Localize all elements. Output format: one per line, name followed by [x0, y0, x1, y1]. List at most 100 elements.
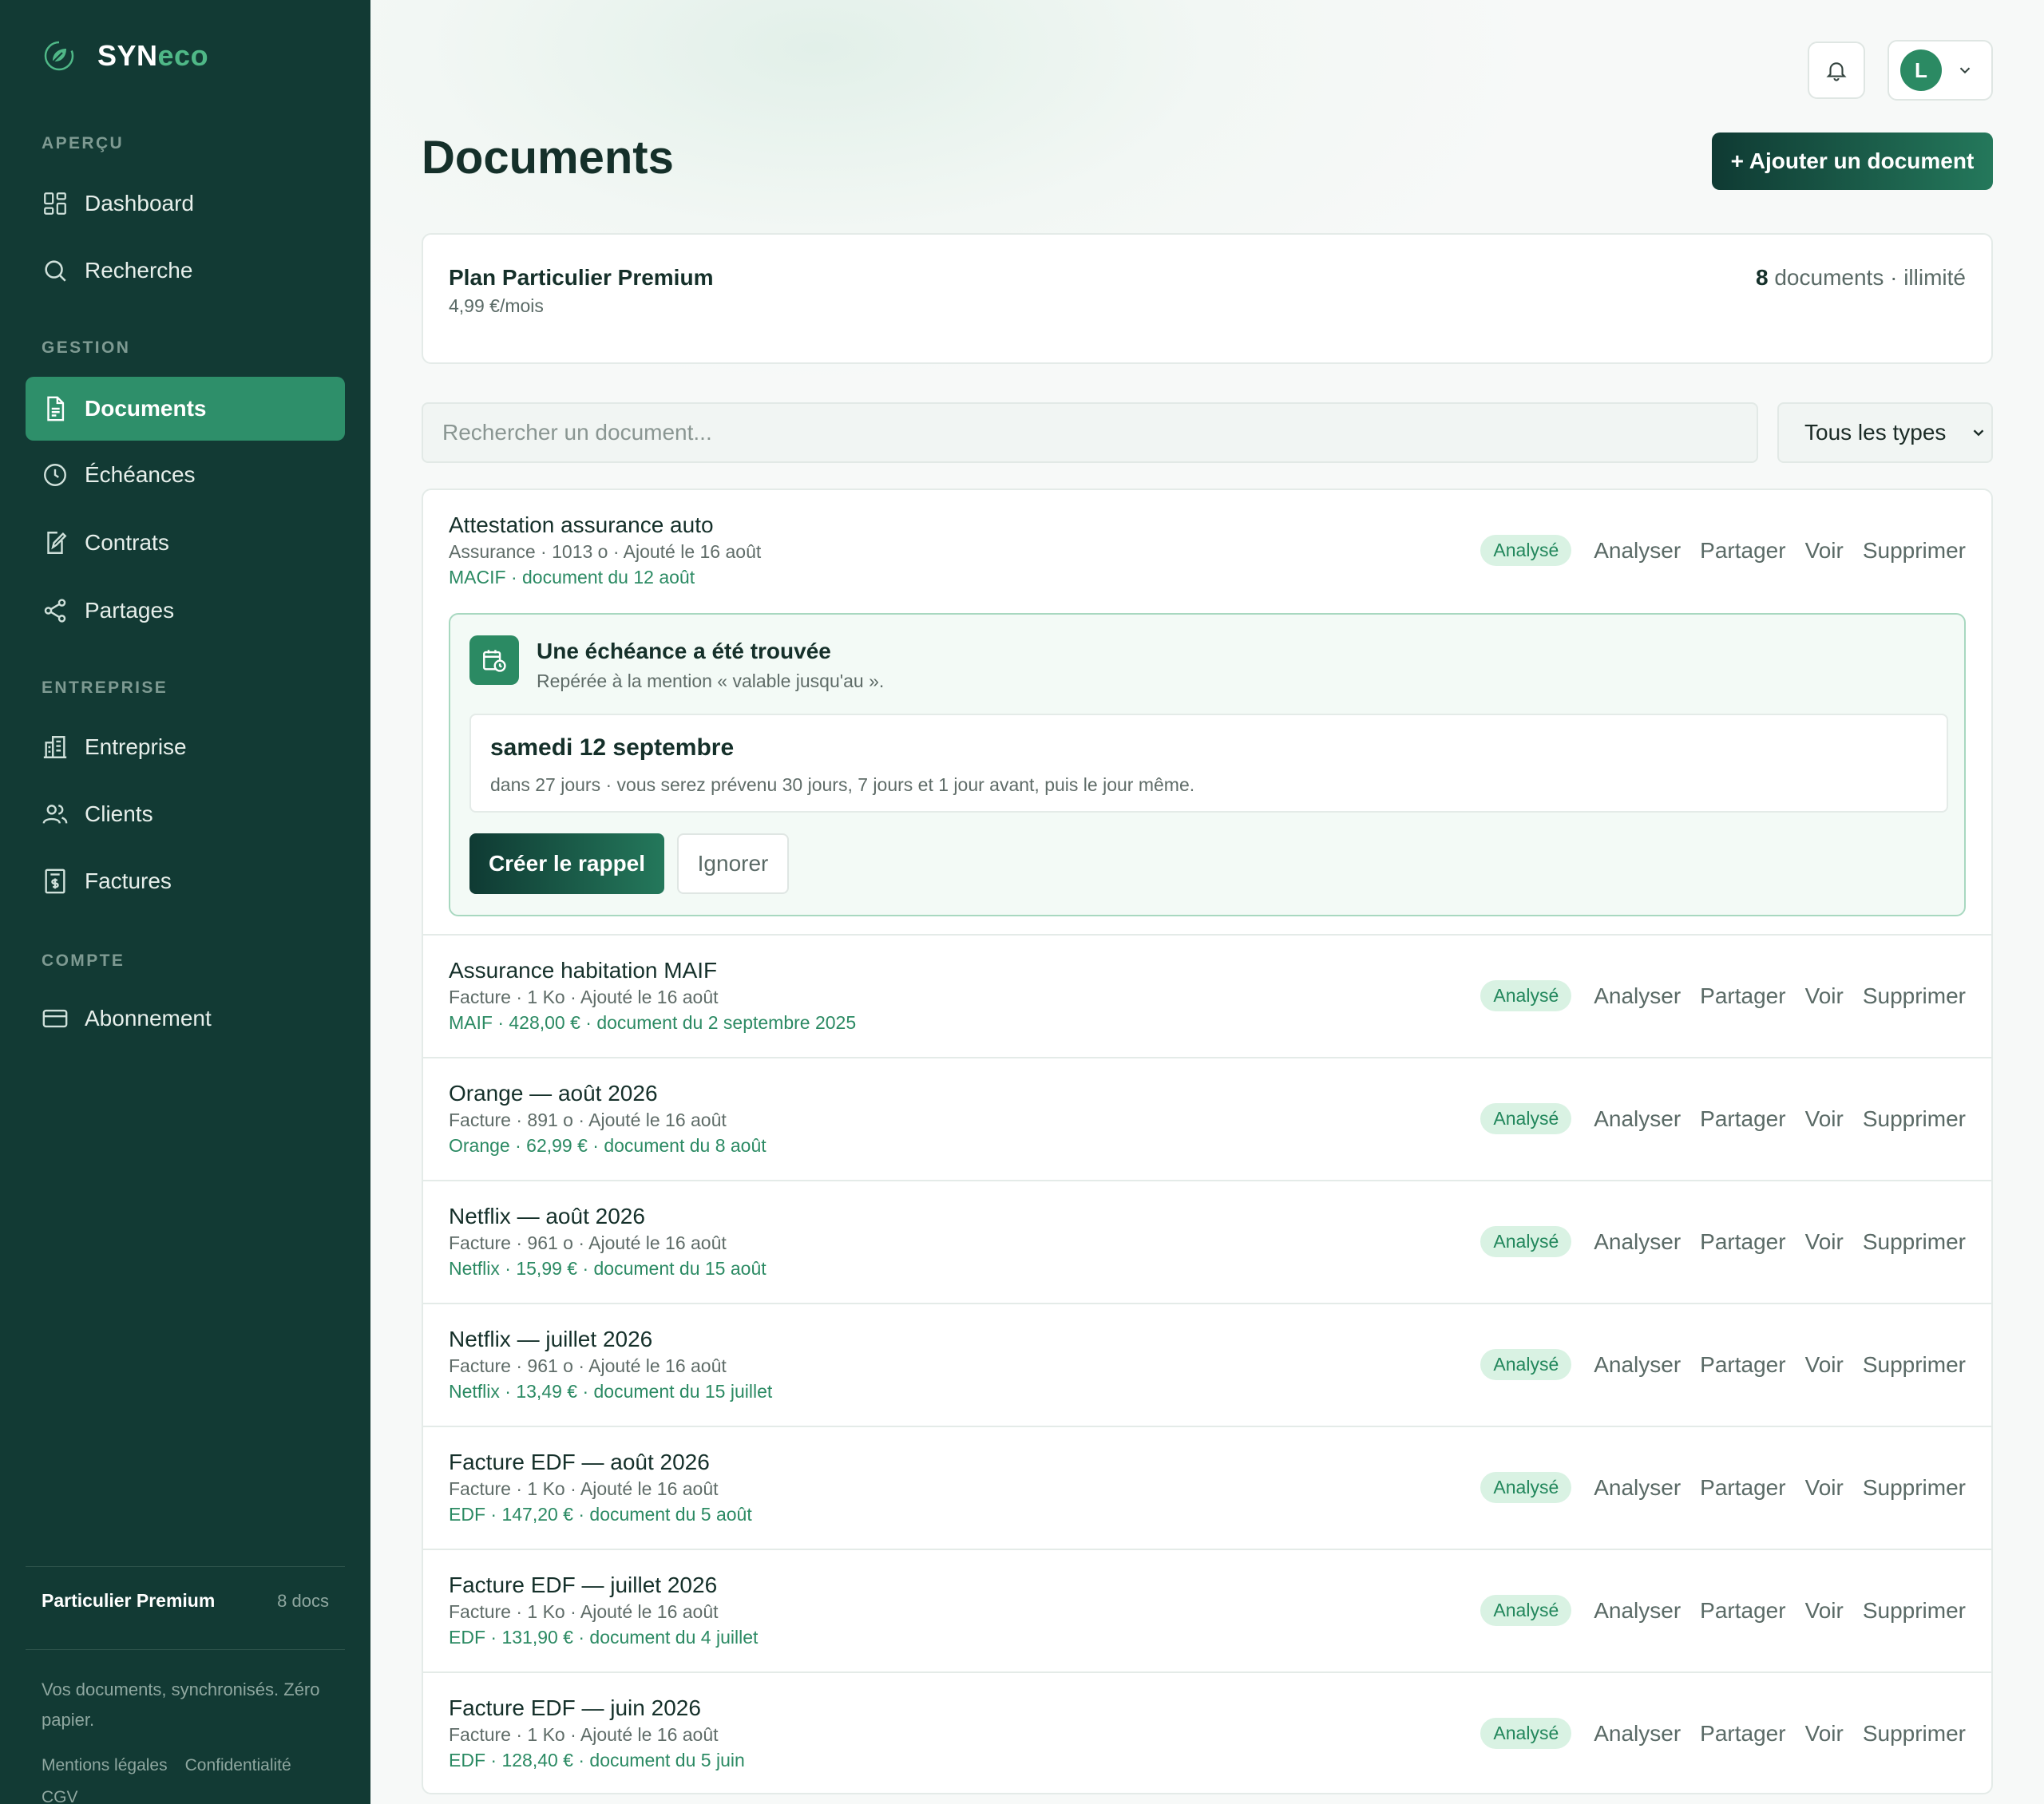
status-badge: Analysé [1480, 1595, 1572, 1626]
document-row[interactable]: Netflix — juillet 2026 Facture · 961 o ·… [423, 1303, 1991, 1426]
share-link[interactable]: Partager [1700, 1352, 1785, 1378]
document-meta: Facture · 961 o · Ajouté le 16 août [449, 1232, 727, 1253]
view-link[interactable]: Voir [1805, 983, 1844, 1009]
deadline-details: dans 27 jours · vous serez prévenu 30 jo… [490, 774, 1195, 795]
document-title: Facture EDF — juin 2026 [449, 1695, 701, 1720]
status-badge: Analysé [1480, 1472, 1572, 1503]
sidebar-item-label: Recherche [85, 258, 193, 283]
delete-link[interactable]: Supprimer [1863, 1106, 1966, 1132]
view-link[interactable]: Voir [1805, 1721, 1844, 1747]
deadline-date: samedi 12 septembre [490, 734, 735, 761]
section-label-gestion: GESTION [42, 338, 131, 357]
sidebar-item-factures[interactable]: Factures [26, 849, 345, 913]
document-row[interactable]: Facture EDF — août 2026 Facture · 1 Ko ·… [423, 1426, 1991, 1549]
search-input[interactable] [422, 402, 1758, 463]
sidebar-item-partages[interactable]: Partages [26, 579, 345, 643]
document-extracted-info: EDF · 128,40 € · document du 5 juin [449, 1750, 745, 1770]
delete-link[interactable]: Supprimer [1863, 1721, 1966, 1747]
ignore-button[interactable]: Ignorer [677, 833, 789, 894]
sidebar-item-abonnement[interactable]: Abonnement [26, 987, 345, 1050]
sidebar-item-label: Dashboard [85, 191, 194, 216]
sidebar-item-label: Factures [85, 868, 172, 893]
sidebar-item-entreprise[interactable]: Entreprise [26, 715, 345, 779]
invoice-icon [45, 868, 65, 894]
document-row[interactable]: Facture EDF — juin 2026 Facture · 1 Ko ·… [423, 1671, 1991, 1793]
type-filter-select[interactable]: Tous les types [1777, 402, 1993, 463]
sidebar-item-label: Contrats [85, 530, 169, 555]
document-row[interactable]: Orange — août 2026 Facture · 891 o · Ajo… [423, 1057, 1991, 1180]
analyze-link[interactable]: Analyser [1594, 1229, 1681, 1255]
section-label-compte: COMPTE [42, 951, 125, 970]
document-actions: Analysé Analyser Partager Voir Supprimer [1480, 980, 1966, 1011]
view-link[interactable]: Voir [1805, 1475, 1844, 1501]
delete-link[interactable]: Supprimer [1863, 538, 1966, 564]
document-extracted-info: Orange · 62,99 € · document du 8 août [449, 1135, 766, 1156]
add-document-button[interactable]: + Ajouter un document [1712, 133, 1993, 190]
contract-icon [47, 532, 67, 554]
sidebar-item-label: Échéances [85, 462, 196, 487]
sidebar-item-echeances[interactable]: Échéances [26, 443, 345, 507]
legal-link-cgv[interactable]: CGV [42, 1788, 78, 1804]
analyze-link[interactable]: Analyser [1594, 1721, 1681, 1747]
sidebar-item-dashboard[interactable]: Dashboard [26, 172, 345, 235]
dashboard-icon [44, 192, 66, 215]
status-badge: Analysé [1480, 980, 1572, 1011]
clock-icon [44, 464, 66, 486]
delete-link[interactable]: Supprimer [1863, 1229, 1966, 1255]
view-link[interactable]: Voir [1805, 1229, 1844, 1255]
document-row[interactable]: Assurance habitation MAIF Facture · 1 Ko… [423, 934, 1991, 1057]
document-row[interactable]: Attestation assurance auto Assurance · 1… [423, 490, 1991, 934]
document-extracted-info: Netflix · 15,99 € · document du 15 août [449, 1258, 766, 1279]
analyze-link[interactable]: Analyser [1594, 1352, 1681, 1378]
plan-card: Plan Particulier Premium 4,99 €/mois 8 d… [422, 233, 1993, 364]
legal-link-mentions[interactable]: Mentions légales [42, 1756, 168, 1774]
document-extracted-info: EDF · 131,90 € · document du 4 juillet [449, 1627, 759, 1648]
view-link[interactable]: Voir [1805, 1598, 1844, 1624]
analyze-link[interactable]: Analyser [1594, 983, 1681, 1009]
share-link[interactable]: Partager [1700, 983, 1785, 1009]
document-row[interactable]: Facture EDF — juillet 2026 Facture · 1 K… [423, 1549, 1991, 1671]
sidebar-item-label: Abonnement [85, 1006, 212, 1031]
delete-link[interactable]: Supprimer [1863, 1598, 1966, 1624]
brand[interactable]: SYNeco [42, 38, 208, 73]
view-link[interactable]: Voir [1805, 1352, 1844, 1378]
leaf-logo-icon [44, 41, 74, 71]
notifications-button[interactable] [1808, 42, 1865, 99]
status-badge: Analysé [1480, 1103, 1572, 1134]
delete-link[interactable]: Supprimer [1863, 983, 1966, 1009]
share-link[interactable]: Partager [1700, 1106, 1785, 1132]
delete-link[interactable]: Supprimer [1863, 1352, 1966, 1378]
share-link[interactable]: Partager [1700, 1229, 1785, 1255]
deadline-alert: Une échéance a été trouvée Repérée à la … [449, 613, 1966, 916]
document-title: Netflix — juillet 2026 [449, 1327, 653, 1351]
share-link[interactable]: Partager [1700, 538, 1785, 564]
sidebar-item-documents[interactable]: Documents [26, 377, 345, 441]
sidebar-item-recherche[interactable]: Recherche [26, 239, 345, 303]
plan-card-name: Plan Particulier Premium [449, 265, 714, 290]
document-actions: Analysé Analyser Partager Voir Supprimer [1480, 1718, 1966, 1749]
share-icon [44, 599, 66, 623]
document-meta: Facture · 1 Ko · Ajouté le 16 août [449, 1724, 719, 1745]
legal-link-privacy[interactable]: Confidentialité [185, 1756, 291, 1774]
status-badge: Analysé [1480, 1349, 1572, 1380]
documents-list: Attestation assurance auto Assurance · 1… [422, 489, 1993, 1794]
view-link[interactable]: Voir [1805, 538, 1844, 564]
page-title: Documents [422, 132, 674, 184]
user-menu-button[interactable]: L [1888, 40, 1993, 101]
sidebar-item-contrats[interactable]: Contrats [26, 511, 345, 575]
tagline: Vos documents, synchronisés. Zéro papier… [42, 1679, 320, 1730]
document-meta: Facture · 1 Ko · Ajouté le 16 août [449, 1478, 719, 1499]
analyze-link[interactable]: Analyser [1594, 538, 1681, 564]
share-link[interactable]: Partager [1700, 1598, 1785, 1624]
share-link[interactable]: Partager [1700, 1721, 1785, 1747]
status-badge: Analysé [1480, 1718, 1572, 1749]
share-link[interactable]: Partager [1700, 1475, 1785, 1501]
view-link[interactable]: Voir [1805, 1106, 1844, 1132]
analyze-link[interactable]: Analyser [1594, 1106, 1681, 1132]
analyze-link[interactable]: Analyser [1594, 1598, 1681, 1624]
sidebar-item-clients[interactable]: Clients [26, 782, 345, 846]
delete-link[interactable]: Supprimer [1863, 1475, 1966, 1501]
analyze-link[interactable]: Analyser [1594, 1475, 1681, 1501]
document-row[interactable]: Netflix — août 2026 Facture · 961 o · Aj… [423, 1180, 1991, 1303]
create-reminder-button[interactable]: Créer le rappel [469, 833, 664, 894]
